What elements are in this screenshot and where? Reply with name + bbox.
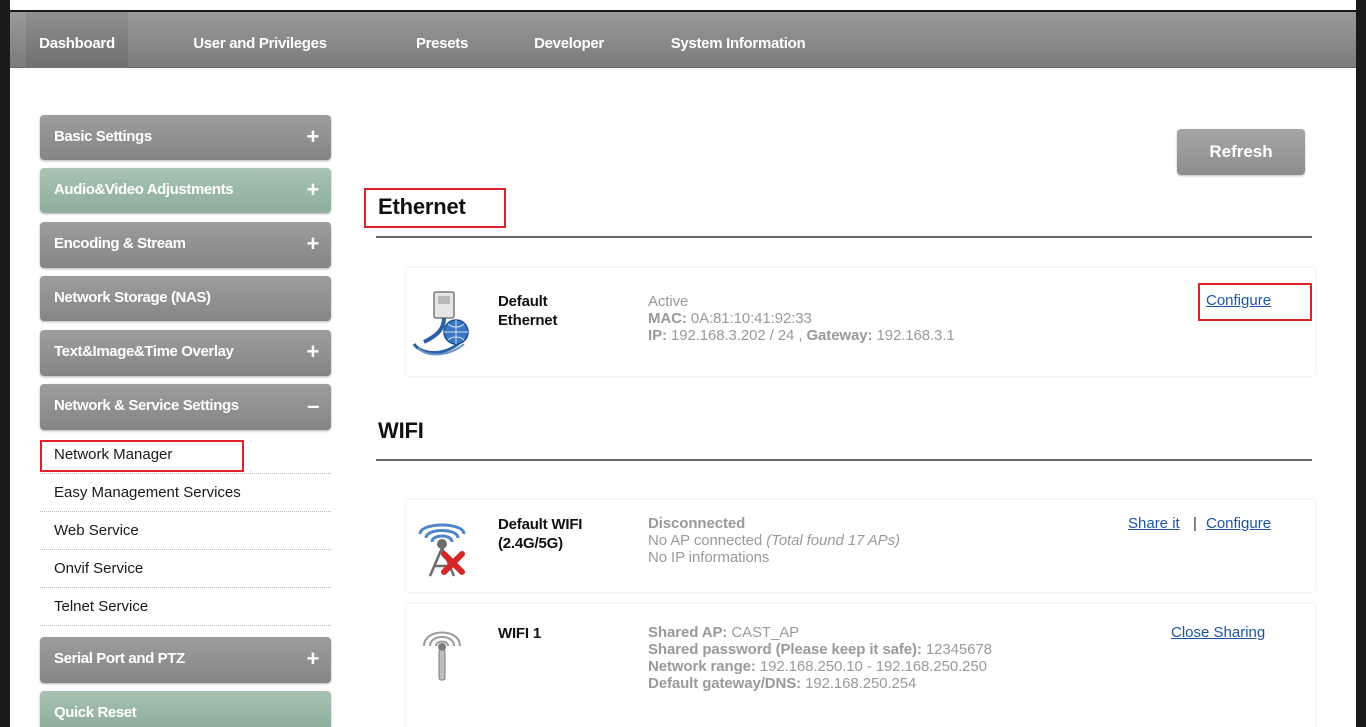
wifi1-password-value: 12345678: [925, 641, 992, 658]
sidebar-sub-easy-management-services[interactable]: Easy Management Services: [40, 474, 331, 512]
top-nav-bar: Dashboard User and Privileges Presets De…: [10, 12, 1356, 68]
wifi-card-1: WIFI 1 Shared AP: CAST_AP Shared passwor…: [406, 604, 1315, 727]
expand-icon: +: [306, 177, 320, 202]
expand-icon: +: [306, 124, 320, 149]
ethernet-gateway-value: 192.168.3.1: [876, 327, 955, 344]
ethernet-ip-label: IP:: [648, 327, 667, 344]
sidebar-serial-port-ptz[interactable]: Serial Port and PTZ +: [40, 637, 331, 683]
antenna-icon: [416, 622, 468, 689]
ethernet-divider: [376, 236, 1312, 238]
sidebar-basic-settings[interactable]: Basic Settings +: [40, 115, 331, 160]
ethernet-mac-value: 0A:81:10:41:92:33: [690, 310, 812, 327]
tab-system-information[interactable]: System Information: [648, 12, 828, 68]
ethernet-ip-value: 192.168.3.202 / 24 ,: [670, 327, 803, 344]
wifi-default-name-line2: (2.4G/5G): [498, 535, 563, 552]
wifi-configure-link[interactable]: Configure: [1206, 515, 1271, 532]
wifi-card-default: Default WIFI (2.4G/5G) Disconnected No A…: [406, 500, 1315, 592]
ethernet-name-line2: Ethernet: [498, 312, 558, 329]
sidebar-network-storage[interactable]: Network Storage (NAS): [40, 276, 331, 321]
sidebar-item-label: Network & Service Settings: [54, 397, 239, 414]
wifi1-name: WIFI 1: [498, 625, 541, 642]
tab-dashboard[interactable]: Dashboard: [26, 12, 128, 68]
sidebar-item-label: Quick Reset: [54, 704, 137, 721]
sidebar-sub-onvif-service[interactable]: Onvif Service: [40, 550, 331, 588]
collapse-icon: –: [307, 393, 319, 418]
sidebar-item-label: Network Storage (NAS): [54, 289, 211, 306]
highlight-configure: [1198, 283, 1312, 321]
wifi1-ap-label: Shared AP:: [648, 624, 728, 641]
ethernet-globe-icon: [410, 282, 472, 363]
ethernet-card: Default Ethernet Active MAC: 0A:81:10:41…: [406, 268, 1315, 376]
sidebar-quick-reset[interactable]: Quick Reset: [40, 691, 331, 727]
tab-user-and-privileges[interactable]: User and Privileges: [160, 12, 360, 68]
highlight-ethernet-title: [364, 188, 506, 228]
expand-icon: +: [306, 646, 320, 671]
sidebar-item-label: Audio&Video Adjustments: [54, 181, 234, 198]
sidebar-sub-telnet-service[interactable]: Telnet Service: [40, 588, 331, 626]
sidebar-item-label: Encoding & Stream: [54, 235, 186, 252]
wifi-disconnected-icon: [410, 514, 474, 585]
ethernet-mac-label: MAC:: [648, 310, 687, 327]
tab-developer[interactable]: Developer: [510, 12, 628, 68]
wifi-share-link[interactable]: Share it: [1128, 515, 1180, 532]
close-sharing-link[interactable]: Close Sharing: [1171, 624, 1265, 641]
wifi1-password-label: Shared password (Please keep it safe):: [648, 641, 922, 658]
sidebar-audio-video-adjustments[interactable]: Audio&Video Adjustments +: [40, 168, 331, 213]
highlight-network-manager: [40, 440, 244, 472]
wifi-default-status: Disconnected: [648, 515, 746, 532]
wifi-divider: [376, 459, 1312, 461]
wifi-default-name-line1: Default WIFI: [498, 516, 583, 533]
sidebar-text-image-time-overlay[interactable]: Text&Image&Time Overlay +: [40, 330, 331, 376]
window-frame-right: [1356, 0, 1366, 727]
window-frame-left: [0, 0, 10, 727]
wifi1-gateway-value: 192.168.250.254: [805, 675, 917, 692]
tab-presets[interactable]: Presets: [392, 12, 492, 68]
wifi1-range-label: Network range:: [648, 658, 756, 675]
wifi-default-ap-count: (Total found 17 APs): [766, 532, 900, 549]
wifi1-ap-value: CAST_AP: [731, 624, 800, 641]
sidebar-sub-web-service[interactable]: Web Service: [40, 512, 331, 550]
ethernet-name-line1: Default: [498, 293, 548, 310]
ethernet-gateway-label: Gateway:: [806, 327, 873, 344]
wifi-section-title: WIFI: [378, 418, 424, 443]
sidebar-item-label: Basic Settings: [54, 128, 152, 145]
sidebar-encoding-stream[interactable]: Encoding & Stream +: [40, 222, 331, 268]
link-separator: |: [1193, 515, 1197, 532]
expand-icon: +: [306, 231, 320, 256]
expand-icon: +: [306, 339, 320, 364]
sidebar-network-service-settings[interactable]: Network & Service Settings –: [40, 384, 331, 430]
wifi1-gateway-label: Default gateway/DNS:: [648, 675, 802, 692]
ethernet-status: Active: [648, 293, 689, 310]
sidebar-item-label: Serial Port and PTZ: [54, 650, 185, 667]
wifi1-range-value: 192.168.250.10 - 192.168.250.250: [759, 658, 987, 675]
refresh-button[interactable]: Refresh: [1177, 129, 1305, 175]
wifi-default-ap-status: No AP connected: [648, 532, 763, 549]
wifi-default-ip-status: No IP informations: [648, 549, 770, 566]
sidebar-item-label: Text&Image&Time Overlay: [54, 343, 234, 360]
